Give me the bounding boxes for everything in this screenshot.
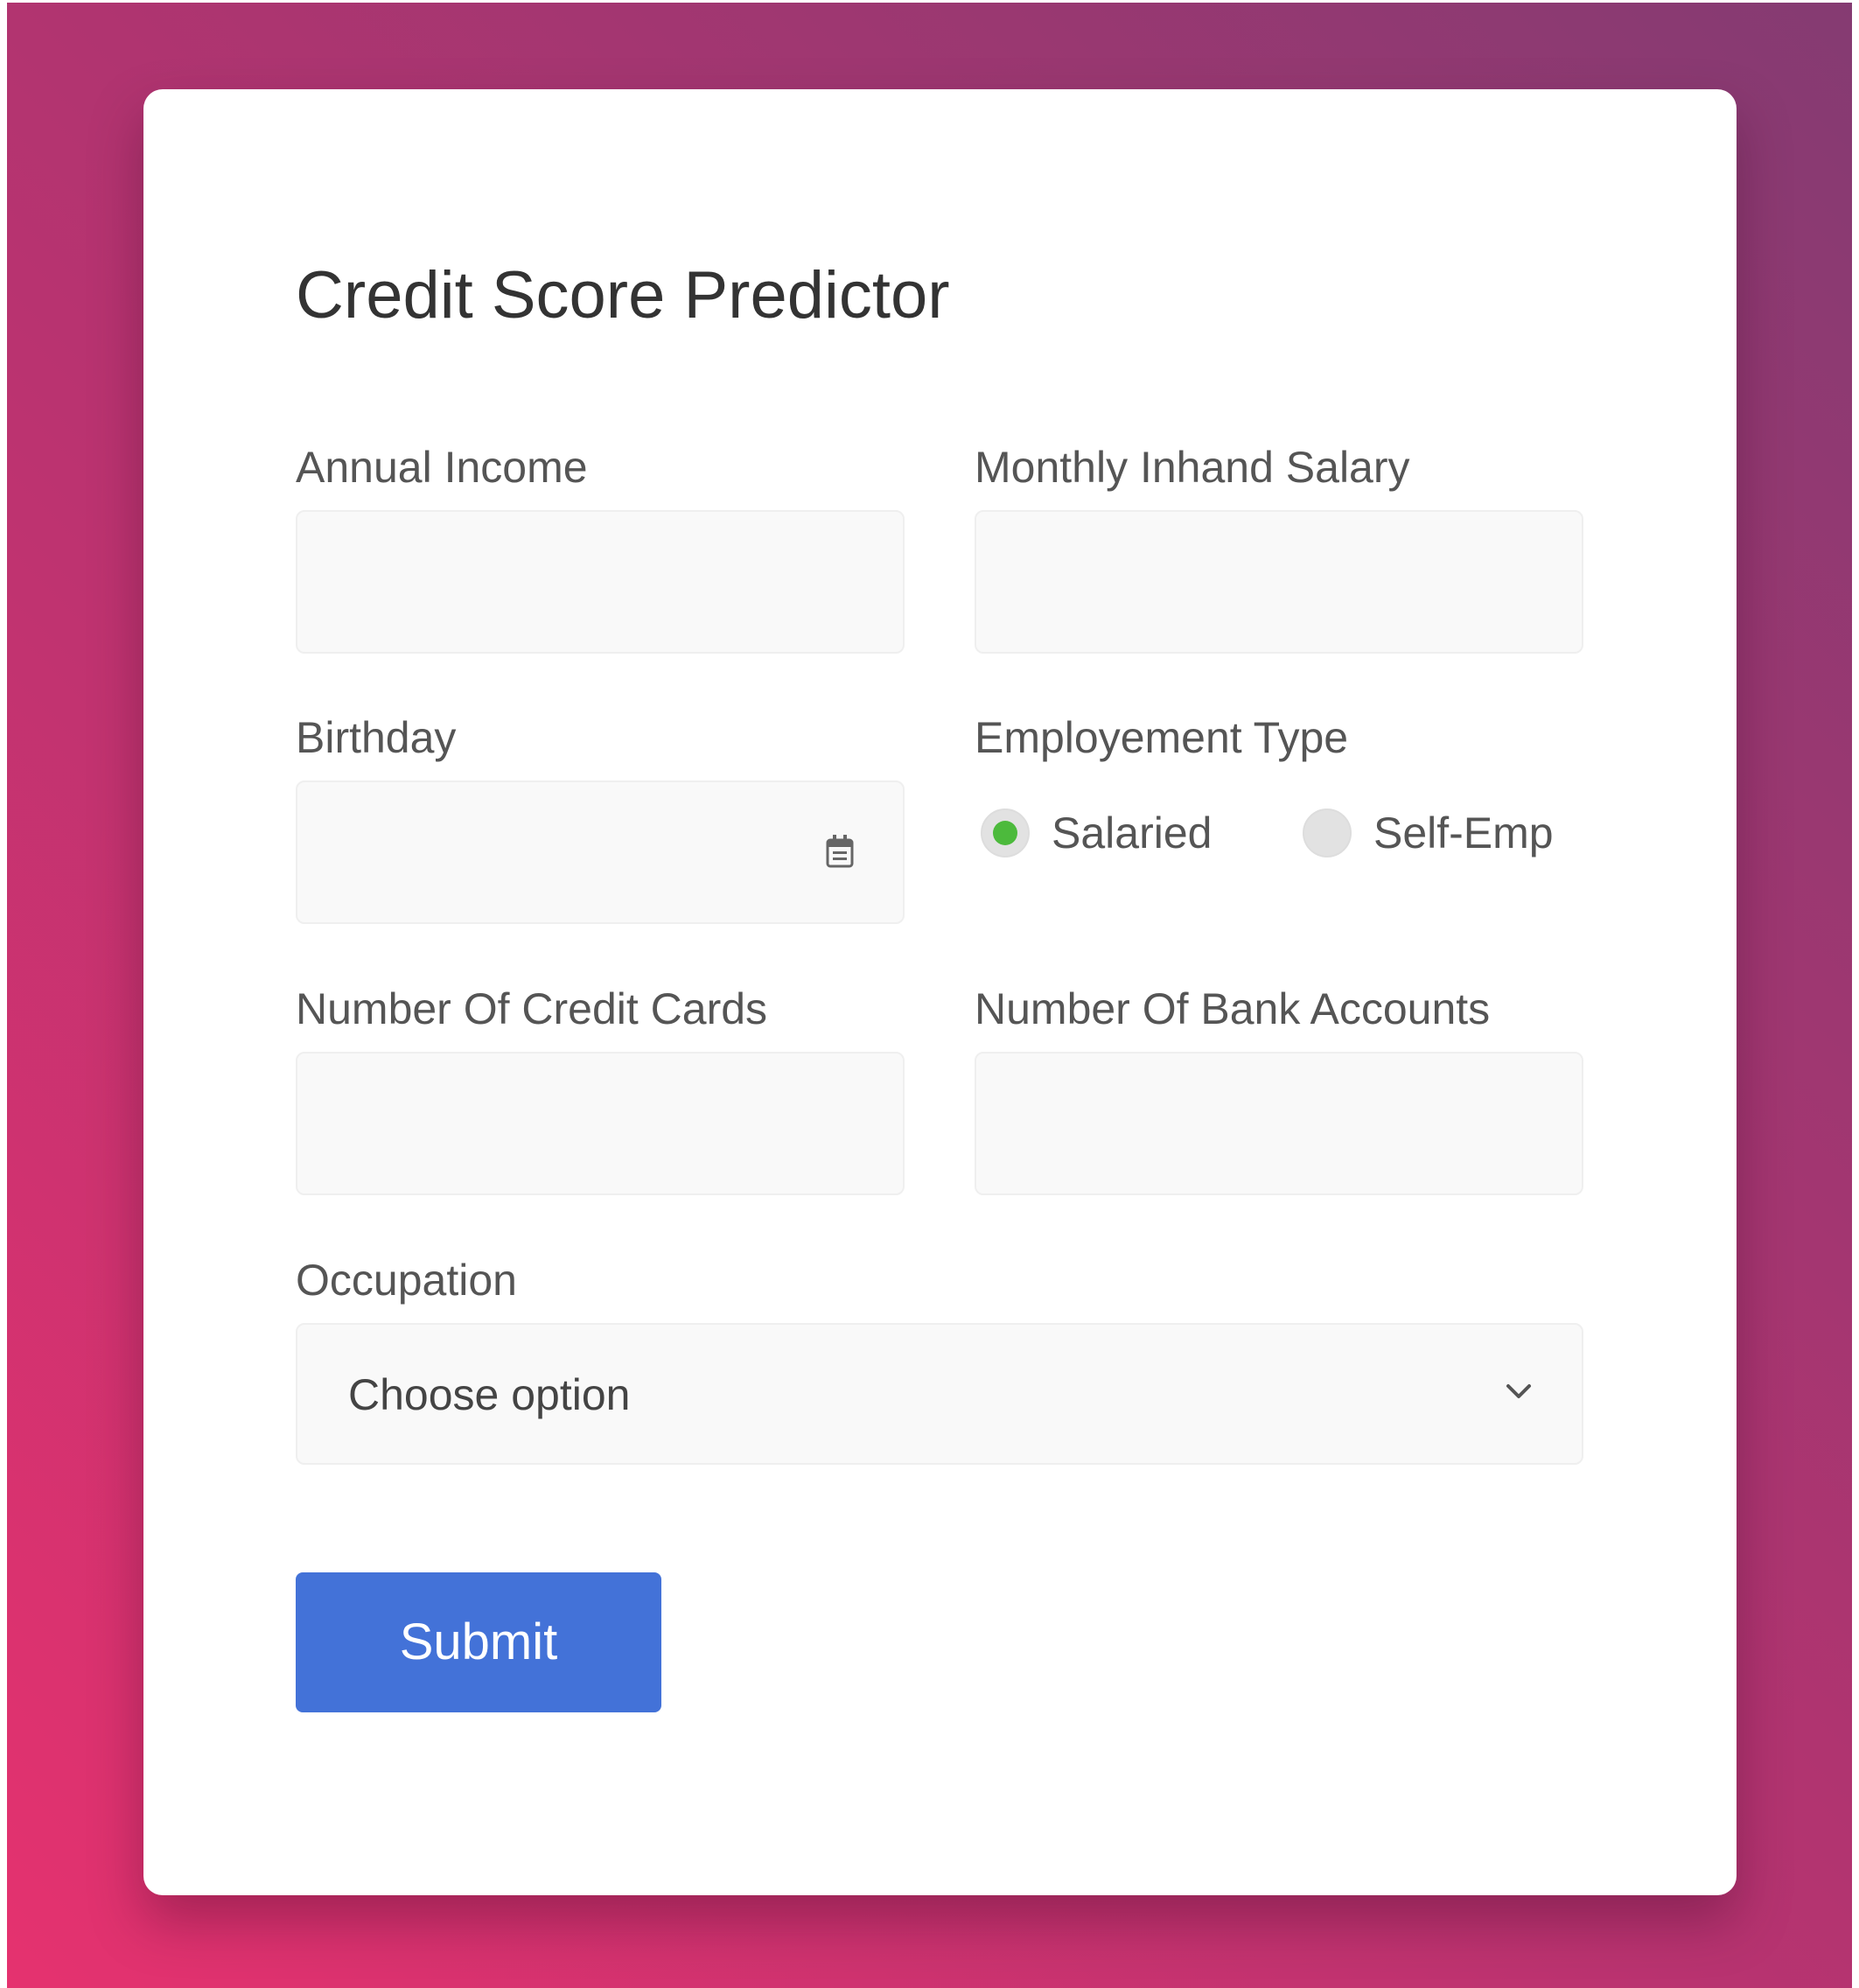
birthday-label: Birthday bbox=[296, 713, 457, 762]
occupation-selected-value: Choose option bbox=[348, 1370, 631, 1419]
annual-income-label: Annual Income bbox=[296, 443, 588, 492]
occupation-select[interactable]: Choose option bbox=[296, 1323, 1583, 1465]
self-emp-radio-label[interactable]: Self-Emp bbox=[1373, 807, 1554, 859]
birthday-input[interactable] bbox=[296, 780, 905, 924]
chevron-down-icon bbox=[1506, 1384, 1531, 1398]
monthly-inhand-salary-input[interactable] bbox=[975, 510, 1583, 654]
occupation-label: Occupation bbox=[296, 1256, 517, 1305]
employment-type-label: Employement Type bbox=[975, 713, 1349, 762]
calendar-icon[interactable] bbox=[826, 833, 854, 868]
salaried-radio-label[interactable]: Salaried bbox=[1052, 807, 1212, 859]
page-background: Credit Score Predictor Annual Income Mon… bbox=[7, 3, 1852, 1988]
annual-income-input[interactable] bbox=[296, 510, 905, 654]
salaried-radio[interactable] bbox=[981, 808, 1030, 858]
self-emp-radio[interactable] bbox=[1303, 808, 1352, 858]
monthly-inhand-salary-label: Monthly Inhand Salary bbox=[975, 443, 1410, 492]
page-title: Credit Score Predictor bbox=[296, 258, 950, 332]
bank-accounts-label: Number Of Bank Accounts bbox=[975, 984, 1491, 1033]
form-card: Credit Score Predictor Annual Income Mon… bbox=[143, 89, 1737, 1895]
credit-cards-input[interactable] bbox=[296, 1052, 905, 1195]
credit-cards-label: Number Of Credit Cards bbox=[296, 984, 768, 1033]
submit-button[interactable]: Submit bbox=[296, 1572, 661, 1712]
bank-accounts-input[interactable] bbox=[975, 1052, 1583, 1195]
